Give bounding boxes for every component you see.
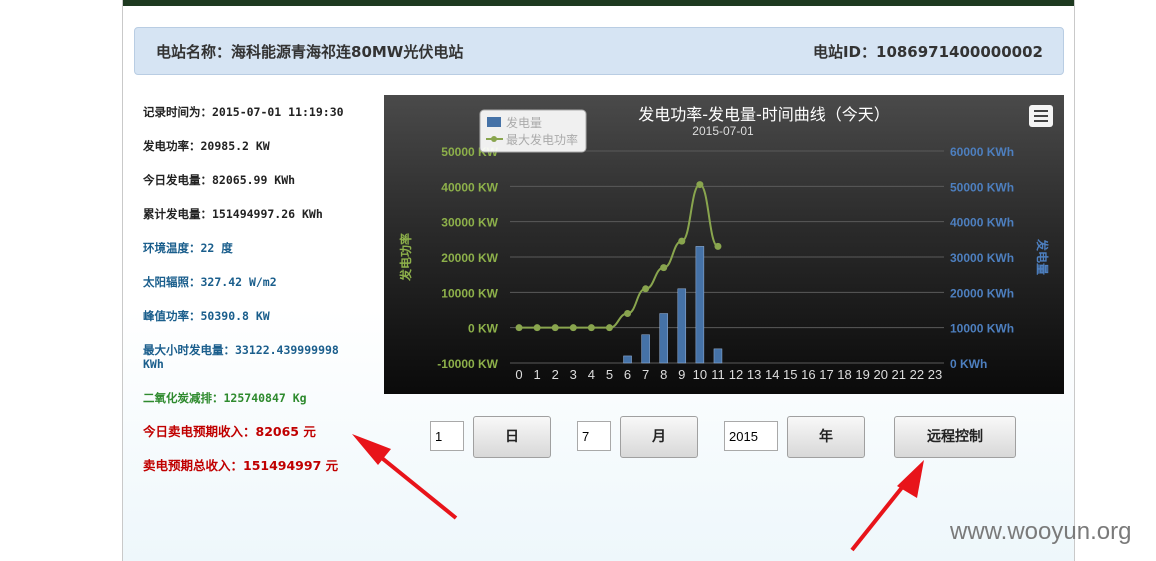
x-axis-tick-label: 18 xyxy=(837,367,851,382)
x-axis-tick-label: 22 xyxy=(910,367,924,382)
station-id: 电站ID：1086971400000002 xyxy=(812,43,1043,61)
x-axis-tick-label: 8 xyxy=(660,367,667,382)
x-axis-tick-label: 13 xyxy=(747,367,761,382)
chart-subtitle: 2015-07-01 xyxy=(692,124,754,138)
left-axis-tick-label: 40000 KW xyxy=(441,180,498,194)
station-header: 电站名称：海科能源青海祁连80MW光伏电站 电站ID：1086971400000… xyxy=(134,27,1064,75)
solar-irradiance: 太阳辐照：327.42 W/m2 xyxy=(143,275,277,289)
left-axis-title: 发电功率 xyxy=(398,233,413,282)
right-axis-tick-label: 60000 KWh xyxy=(950,145,1014,159)
legend-swatch-generation xyxy=(487,117,501,127)
max-power-point xyxy=(714,242,722,250)
today-expected-income: 今日卖电预期收入：82065 元 xyxy=(143,424,316,439)
month-input[interactable] xyxy=(577,421,611,451)
generation-bar xyxy=(695,246,705,364)
x-axis-tick-label: 9 xyxy=(678,367,685,382)
x-axis-tick-label: 14 xyxy=(765,367,779,382)
menu-icon-line xyxy=(1034,115,1048,117)
max-power-point xyxy=(551,324,559,332)
menu-icon-line xyxy=(1034,120,1048,122)
generation-bar xyxy=(659,313,668,364)
legend-label-generation: 发电量 xyxy=(506,115,542,130)
top-banner-edge xyxy=(123,0,1074,6)
x-axis-tick-label: 4 xyxy=(588,367,595,382)
generation-bar xyxy=(713,348,723,364)
generation-bar xyxy=(641,334,650,364)
right-axis-tick-label: 10000 KWh xyxy=(950,322,1014,336)
year-button[interactable]: 年 xyxy=(787,416,865,458)
left-axis-tick-label: -10000 KW xyxy=(437,357,498,371)
max-power-point xyxy=(642,285,650,293)
chart-title: 发电功率-发电量-时间曲线（今天） xyxy=(638,105,890,124)
day-input[interactable] xyxy=(430,421,464,451)
left-axis-tick-label: 20000 KW xyxy=(441,251,498,265)
chart-canvas: 50000 KW 60000 KWh40000 KW 50000 KWh30000 … xyxy=(398,105,1050,382)
legend-swatch-max-power-point xyxy=(491,136,497,142)
max-power-point xyxy=(624,310,632,318)
right-axis-tick-label: 0 KWh xyxy=(950,357,987,371)
x-axis-tick-label: 16 xyxy=(801,367,815,382)
max-power-point xyxy=(515,324,523,332)
legend-label-max-power: 最大发电功率 xyxy=(506,132,578,147)
total-generation: 累计发电量：151494997.26 KWh xyxy=(143,207,323,221)
menu-icon-line xyxy=(1034,110,1048,112)
left-axis-tick-label: 10000 KW xyxy=(441,286,498,300)
x-axis-tick-label: 10 xyxy=(693,367,707,382)
right-axis-tick-label: 50000 KWh xyxy=(950,180,1014,194)
x-axis-tick-label: 7 xyxy=(642,367,649,382)
peak-power: 峰值功率：50390.8 KW xyxy=(143,309,270,323)
record-time: 记录时间为：2015-07-01 11:19:30 xyxy=(143,105,344,119)
day-button[interactable]: 日 xyxy=(473,416,551,458)
right-axis-title: 发电量 xyxy=(1035,238,1050,275)
right-axis-tick-label: 20000 KWh xyxy=(950,286,1014,300)
generation-bar xyxy=(677,288,687,364)
left-axis-tick-label: 0 KW xyxy=(468,322,499,336)
generation-bar xyxy=(623,355,632,364)
x-axis-tick-label: 23 xyxy=(928,367,942,382)
co2-reduction: 二氧化炭减排：125740847 Kg xyxy=(143,391,307,405)
x-axis-tick-label: 6 xyxy=(624,367,631,382)
right-axis-tick-label: 30000 KWh xyxy=(950,251,1014,265)
x-axis-tick-label: 20 xyxy=(873,367,887,382)
max-power-point xyxy=(660,264,668,272)
max-hourly-generation: 最大小时发电量：33122.439999998 KWh xyxy=(143,343,339,371)
remote-control-button[interactable]: 远程控制 xyxy=(894,416,1016,458)
max-power-point xyxy=(587,324,595,332)
year-input[interactable] xyxy=(724,421,778,451)
x-axis-tick-label: 2 xyxy=(552,367,559,382)
x-axis-tick-label: 5 xyxy=(606,367,613,382)
station-page: 电站名称：海科能源青海祁连80MW光伏电站 电站ID：1086971400000… xyxy=(122,0,1075,561)
max-power-point xyxy=(696,181,704,189)
max-power-point xyxy=(569,324,577,332)
station-name: 电站名称：海科能源青海祁连80MW光伏电站 xyxy=(156,43,464,61)
month-button[interactable]: 月 xyxy=(620,416,698,458)
power-generation-chart: 50000 KW 60000 KWh 40000 KW 50000 KWh 30000 … xyxy=(384,95,1064,394)
x-axis-tick-label: 1 xyxy=(534,367,541,382)
max-power-line xyxy=(519,183,719,329)
watermark: www.wooyun.org xyxy=(950,518,1132,545)
max-power-point xyxy=(678,237,686,245)
generation-power: 发电功率：20985.2 KW xyxy=(143,139,270,153)
left-axis-tick-label: 30000 KW xyxy=(441,216,498,230)
x-axis-tick-label: 0 xyxy=(515,367,522,382)
x-axis-tick-label: 11 xyxy=(711,367,725,382)
total-expected-income: 卖电预期总收入：151494997 元 xyxy=(143,458,339,473)
x-axis-tick-label: 21 xyxy=(892,367,906,382)
x-axis-tick-label: 15 xyxy=(783,367,797,382)
right-axis-tick-label: 40000 KWh xyxy=(950,216,1014,230)
x-axis-tick-label: 19 xyxy=(855,367,869,382)
today-generation: 今日发电量：82065.99 KWh xyxy=(143,173,296,187)
ambient-temperature: 环境温度：22 度 xyxy=(143,241,233,255)
x-axis-tick-label: 17 xyxy=(819,367,833,382)
max-power-point xyxy=(605,324,613,332)
x-axis-tick-label: 12 xyxy=(729,367,743,382)
x-axis-tick-label: 3 xyxy=(570,367,577,382)
chart-menu-button[interactable] xyxy=(1029,105,1053,127)
max-power-point xyxy=(533,324,541,332)
